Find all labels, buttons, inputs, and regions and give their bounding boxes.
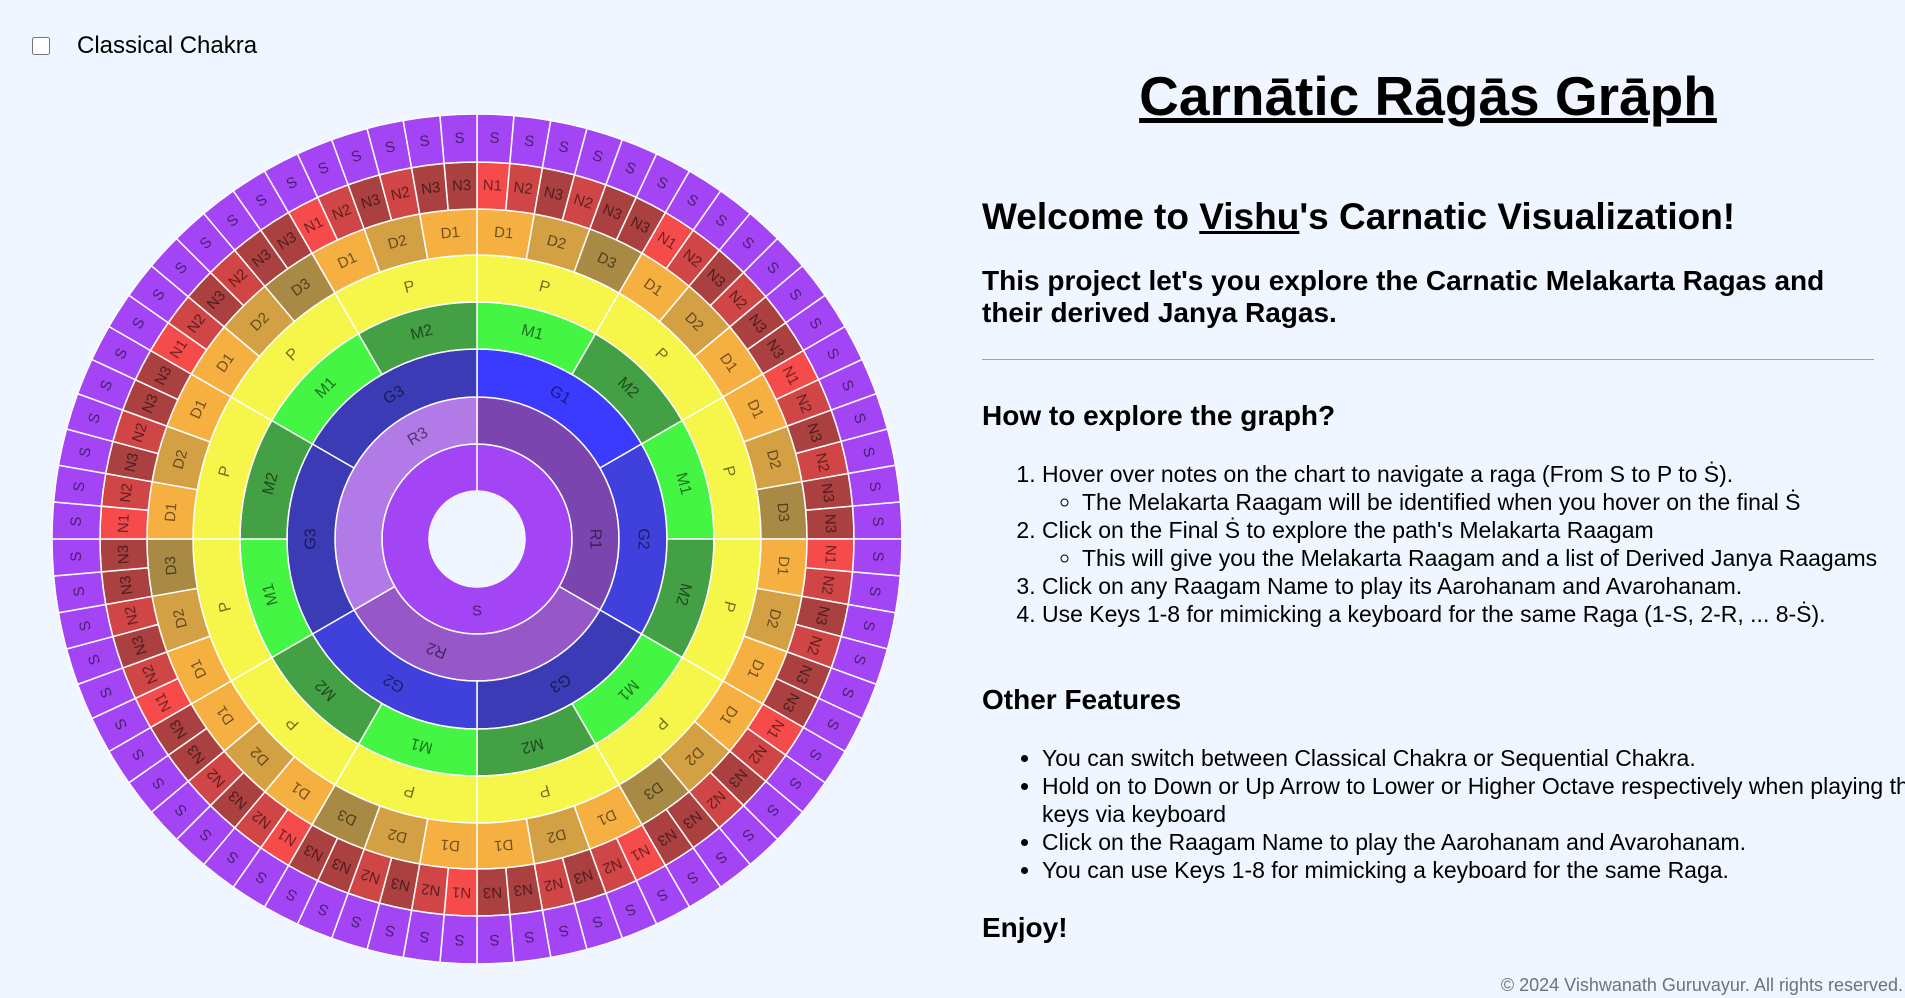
note-label: D1 <box>493 836 514 855</box>
how-substep: This will give you the Melakarta Raagam … <box>1082 544 1905 572</box>
note-label: S <box>869 516 886 527</box>
feature-item: Hold on to Down or Up Arrow to Lower or … <box>1042 772 1905 828</box>
note-label: S <box>489 931 500 948</box>
note-label: N1 <box>821 544 839 564</box>
how-step: Hover over notes on the chart to navigat… <box>1042 460 1905 516</box>
how-step: Click on any Raagam Name to play its Aar… <box>1042 572 1905 600</box>
raga-wheel-chart[interactable]: S R1 R2 R3 G1 G2 G3 G2 G3 G3 M1 M2 M1 M2 M1 M2 M1 M2 M1 M2 M… <box>52 114 902 964</box>
note-label: N1 <box>115 514 133 534</box>
note-label: N2 <box>117 482 136 503</box>
note-label: N1 <box>482 177 502 195</box>
note-label: S <box>454 130 465 147</box>
classical-chakra-label[interactable]: Classical Chakra <box>77 32 257 60</box>
chakra-toggle[interactable]: Classical Chakra <box>32 32 257 60</box>
welcome-heading: Welcome to Vishu's Carnatic Visualizatio… <box>982 196 1874 238</box>
how-step-text: Hover over notes on the chart to navigat… <box>1042 461 1734 487</box>
note-label: N3 <box>115 544 133 564</box>
note-label: N3 <box>513 880 534 899</box>
note-label: N3 <box>117 575 136 596</box>
note-label: D3 <box>162 555 181 576</box>
other-features-heading: Other Features <box>982 684 1182 715</box>
feature-item: Click on the Raagam Name to play the Aar… <box>1042 828 1905 856</box>
wheel-center <box>429 491 525 587</box>
note-label: N2 <box>513 179 534 198</box>
page-title: Carnātic Rāgās Grāph <box>1139 65 1717 127</box>
divider <box>982 359 1874 360</box>
note-label: S <box>68 551 85 562</box>
note-label: D1 <box>440 836 461 855</box>
how-step-text: Click on the Final Ṡ to explore the path… <box>1042 517 1654 543</box>
copyright-footer: © 2024 Vishwanath Guruvayur. All rights … <box>1500 975 1903 995</box>
note-label: N2 <box>420 880 441 899</box>
note-label: G2 <box>635 528 652 549</box>
how-step: Click on the Final Ṡ to explore the path… <box>1042 516 1905 572</box>
note-label: N3 <box>821 514 839 534</box>
note-label: S <box>869 551 886 562</box>
intro-text: This project let's you explore the Carna… <box>982 265 1825 328</box>
welcome-prefix: Welcome to <box>982 196 1200 237</box>
info-panel: Carnātic Rāgās Grāph Welcome to Vishu's … <box>982 0 1905 943</box>
note-label: N3 <box>420 179 441 198</box>
note-label: S <box>454 931 465 948</box>
note-label: N3 <box>482 883 502 901</box>
how-to-heading: How to explore the graph? <box>982 400 1336 431</box>
how-step: Use Keys 1-8 for mimicking a keyboard fo… <box>1042 600 1905 628</box>
enjoy-text: Enjoy! <box>982 912 1068 943</box>
author-link[interactable]: Vishu <box>1199 196 1299 237</box>
note-label: N3 <box>818 482 837 503</box>
note-label: N1 <box>452 883 472 901</box>
note-label: G3 <box>303 528 320 549</box>
note-label: D1 <box>493 224 514 243</box>
note-label: D1 <box>440 224 461 243</box>
note-label: N2 <box>818 575 837 596</box>
note-label: S <box>68 516 85 527</box>
note-label: D1 <box>162 502 181 523</box>
classical-chakra-checkbox[interactable] <box>32 37 50 55</box>
note-label: R1 <box>587 529 604 550</box>
how-substep: The Melakarta Raagam will be identified … <box>1082 488 1905 516</box>
note-label: N3 <box>452 177 472 195</box>
other-features-list: You can switch between Classical Chakra … <box>982 744 1905 884</box>
note-label: S <box>489 130 500 147</box>
how-step-text: Use Keys 1-8 for mimicking a keyboard fo… <box>1042 601 1826 627</box>
how-step-text: Click on any Raagam Name to play its Aar… <box>1042 573 1743 599</box>
feature-item: You can switch between Classical Chakra … <box>1042 744 1905 772</box>
feature-item: You can use Keys 1-8 for mimicking a key… <box>1042 856 1905 884</box>
note-label: D1 <box>774 555 793 576</box>
welcome-suffix: 's Carnatic Visualization! <box>1299 196 1736 237</box>
how-to-list: Hover over notes on the chart to navigat… <box>982 460 1905 628</box>
note-label: S <box>472 603 482 620</box>
note-label: D3 <box>774 502 793 523</box>
raga-wheel-svg[interactable]: SR1R2R3G1G2G3G2G3G3M1M2M1M2M1M2M1M2M1M2M… <box>52 114 902 964</box>
